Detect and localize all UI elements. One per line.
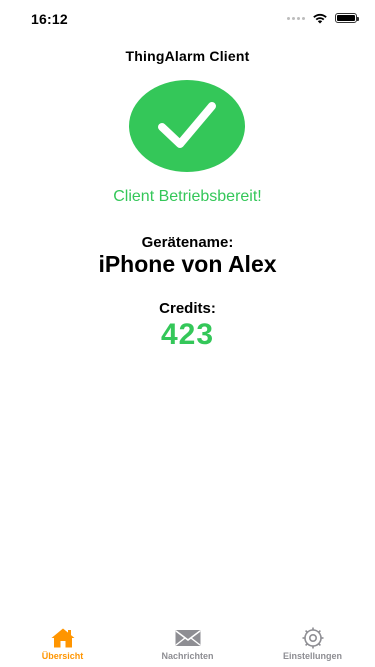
tab-bar: Übersicht Nachrichten Einstellungen <box>0 617 375 667</box>
tab-settings-label: Einstellungen <box>282 651 342 661</box>
status-time: 16:12 <box>31 11 68 27</box>
cellular-signal-icon <box>287 16 305 20</box>
device-name-label: Gerätename: <box>141 234 234 251</box>
gear-icon <box>299 626 327 650</box>
device-name-value: iPhone von Alex <box>98 251 277 277</box>
battery-icon <box>335 13 359 23</box>
status-icons <box>287 12 359 24</box>
tab-overview-label: Übersicht <box>41 651 84 661</box>
app-title: ThingAlarm Client <box>125 48 250 64</box>
home-icon <box>49 626 77 650</box>
credits-value: 423 <box>160 318 215 351</box>
status-bar: 16:12 <box>0 0 375 40</box>
status-message: Client Betriebsbereit! <box>113 188 262 205</box>
envelope-icon <box>174 626 202 650</box>
tab-settings[interactable]: Einstellungen <box>250 617 375 667</box>
tab-messages[interactable]: Nachrichten <box>125 617 250 667</box>
wifi-icon <box>313 13 327 24</box>
tab-messages-label: Nachrichten <box>161 651 214 661</box>
tab-overview[interactable]: Übersicht <box>0 617 125 667</box>
credits-label: Credits: <box>159 300 216 317</box>
success-check-icon <box>129 80 245 172</box>
